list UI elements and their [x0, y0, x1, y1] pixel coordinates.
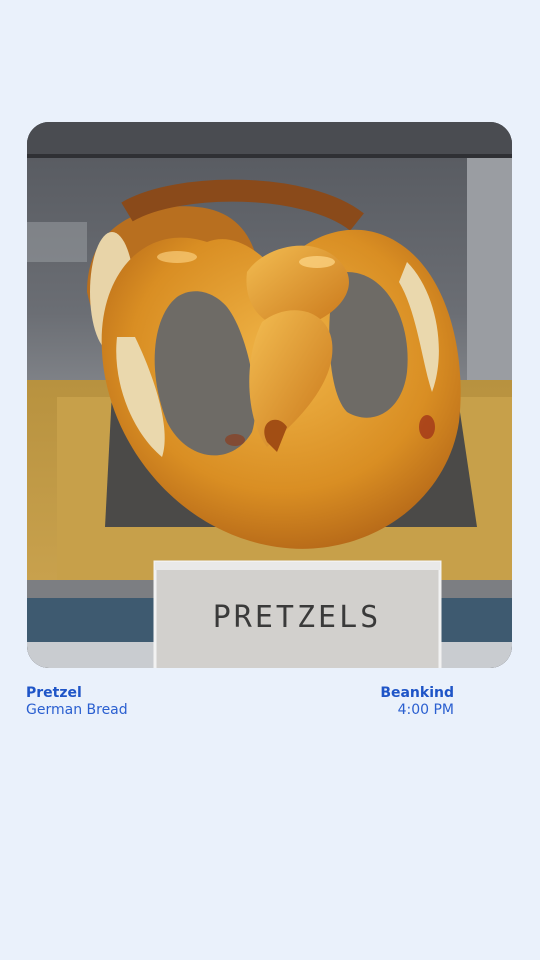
item-title: Pretzel: [26, 685, 82, 701]
pretzel-photo: PRETZELS: [27, 122, 512, 668]
caption-right: Beankind 4:00 PM: [380, 685, 454, 718]
sign-text: PRETZELS: [213, 600, 382, 635]
pretzel-photo-illustration: PRETZELS: [27, 122, 512, 668]
time-label: 4:00 PM: [397, 702, 454, 718]
caption-left: Pretzel German Bread: [26, 685, 128, 718]
item-subtitle: German Bread: [26, 702, 128, 718]
place-title: Beankind: [380, 685, 454, 701]
